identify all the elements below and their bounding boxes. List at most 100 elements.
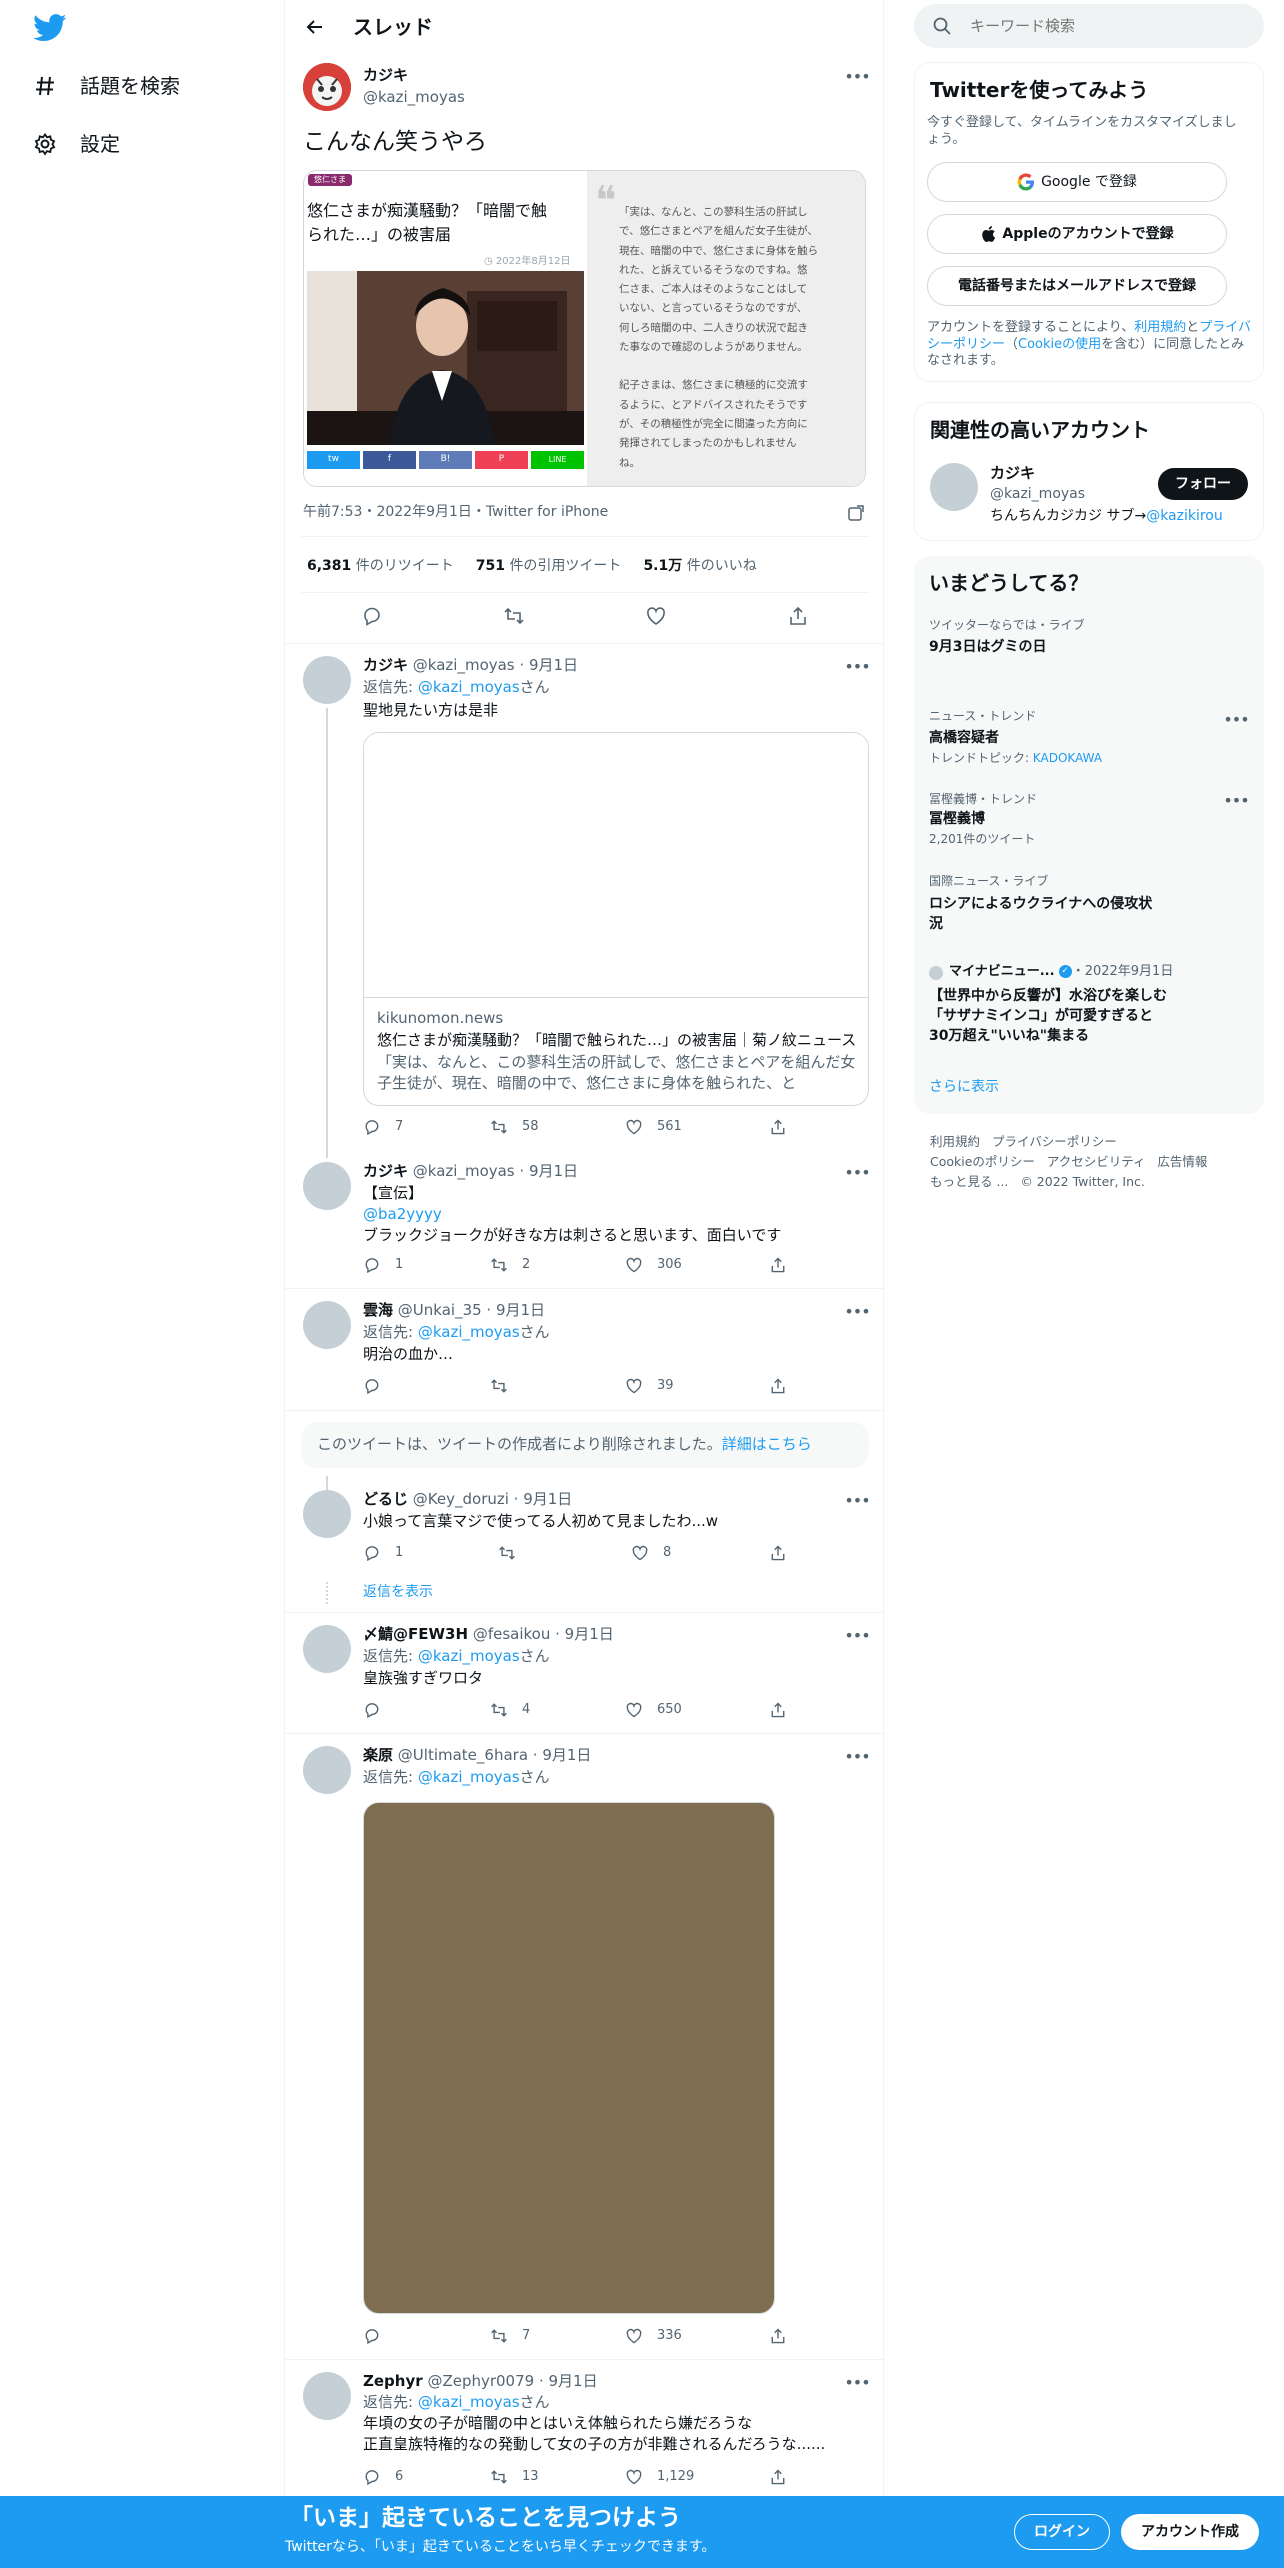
author-handle[interactable]: @Key_doruzi [413, 1490, 509, 1508]
footer-link[interactable]: プライバシーポリシー [992, 1134, 1117, 1149]
author-name[interactable]: 楽原 [363, 1746, 393, 1764]
share-facebook-button[interactable]: f [363, 451, 416, 469]
bio-mention[interactable]: @kazikirou [1146, 508, 1223, 524]
reply-action[interactable]: 7 [363, 1118, 403, 1136]
google-signup-button[interactable]: Google で登録 [927, 162, 1227, 202]
avatar[interactable] [303, 2372, 351, 2420]
reply-action[interactable] [363, 2327, 395, 2345]
share-action[interactable] [769, 1544, 787, 1562]
search-input[interactable] [970, 17, 1250, 35]
apple-signup-button[interactable]: Appleのアカウントで登録 [927, 214, 1227, 254]
link-card[interactable]: kikunomon.news 悠仁さまが痴漢騒動？「暗闇で触られた…」の被害届｜… [363, 732, 869, 1106]
share-twitter-button[interactable]: tw [307, 451, 360, 469]
avatar[interactable] [930, 463, 978, 511]
tweet-image[interactable]: 悠仁さま 悠仁さまが痴漢騒動？「暗闇で触 られた…」の被害届 ◷ 2022年8月… [303, 170, 866, 487]
avatar[interactable] [303, 1301, 351, 1349]
related-handle[interactable]: @kazi_moyas [990, 485, 1085, 503]
retweet-action[interactable] [498, 1544, 530, 1562]
retweet-action[interactable]: 7 [490, 2327, 530, 2345]
more-icon[interactable]: ••• [844, 1163, 870, 1183]
avatar[interactable] [303, 1746, 351, 1794]
more-icon[interactable]: ••• [844, 657, 870, 677]
mention-link[interactable]: @ba2yyyy [363, 1205, 442, 1225]
tweet-date[interactable]: 9月1日 [549, 2372, 598, 2390]
quote-count[interactable]: 751 件の引用ツイート [476, 557, 622, 575]
terms-link[interactable]: 利用規約 [1134, 320, 1186, 335]
share-icon[interactable] [787, 605, 809, 633]
signup-button[interactable]: アカウント作成 [1121, 2514, 1259, 2550]
footer-more-link[interactable]: もっと見る ... [930, 1174, 1008, 1189]
retweet-action[interactable]: 2 [490, 1256, 530, 1274]
reply-icon[interactable] [361, 605, 383, 633]
author-handle[interactable]: @Ultimate_6hara [398, 1746, 528, 1764]
cookie-link[interactable]: Cookieの使用 [1018, 337, 1101, 352]
author-name[interactable]: カジキ [363, 1162, 408, 1180]
tweet-date[interactable]: 9月1日 [529, 1162, 578, 1180]
share-action[interactable] [769, 1377, 787, 1395]
author-name[interactable]: 〆鯖@FEW3H [363, 1625, 468, 1643]
more-icon[interactable]: ••• [1223, 791, 1249, 811]
tweet-date[interactable]: 9月1日 [523, 1490, 572, 1508]
show-replies-link[interactable]: 返信を表示 [363, 1583, 433, 1601]
like-action[interactable]: 561 [625, 1118, 682, 1136]
twitter-logo-icon[interactable] [33, 14, 67, 42]
avatar[interactable] [303, 656, 351, 704]
like-action[interactable]: 39 [625, 1377, 674, 1395]
trend-topic-link[interactable]: KADOKAWA [1033, 751, 1102, 765]
more-icon[interactable]: ••• [844, 1491, 870, 1511]
reply-mention[interactable]: @kazi_moyas [418, 1323, 520, 1341]
share-action[interactable] [769, 1118, 787, 1136]
back-arrow-icon[interactable] [298, 10, 332, 44]
more-icon[interactable]: ••• [844, 67, 870, 87]
nav-explore[interactable]: 話題を検索 [32, 64, 180, 108]
author-name[interactable]: どるじ [363, 1490, 408, 1508]
author-handle[interactable]: @kazi_moyas [413, 1162, 515, 1180]
author-name[interactable]: 雲海 [363, 1301, 393, 1319]
retweet-action[interactable] [490, 1377, 522, 1395]
tweet-date[interactable]: 9月1日 [496, 1301, 545, 1319]
reply-action[interactable]: 1 [363, 1544, 403, 1562]
reply-mention[interactable]: @kazi_moyas [418, 2393, 520, 2411]
footer-link[interactable]: アクセシビリティ [1047, 1154, 1146, 1169]
share-action[interactable] [769, 2327, 787, 2345]
reply-action[interactable] [363, 1377, 395, 1395]
author-name[interactable]: カジキ [363, 656, 408, 674]
footer-link[interactable]: Cookieのポリシー [930, 1154, 1035, 1169]
author-handle[interactable]: @kazi_moyas [413, 656, 515, 674]
author-handle[interactable]: @Zephyr0079 [427, 2372, 534, 2390]
like-action[interactable]: 1,129 [625, 2468, 694, 2486]
share-pocket-button[interactable]: P [475, 451, 528, 469]
more-icon[interactable]: ••• [844, 2373, 870, 2393]
retweet-icon[interactable] [503, 605, 525, 633]
tweet-date[interactable]: 9月1日 [542, 1746, 591, 1764]
more-icon[interactable]: ••• [844, 1747, 870, 1767]
share-action[interactable] [769, 1701, 787, 1719]
avatar[interactable] [303, 1162, 351, 1210]
translate-icon[interactable] [847, 504, 865, 528]
author-handle[interactable]: @Unkai_35 [398, 1301, 482, 1319]
more-icon[interactable]: ••• [1223, 710, 1249, 730]
reply-mention[interactable]: @kazi_moyas [418, 678, 520, 696]
like-action[interactable]: 650 [625, 1701, 682, 1719]
more-icon[interactable]: ••• [844, 1626, 870, 1646]
avatar[interactable] [303, 1490, 351, 1538]
retweet-count[interactable]: 6,381 件のリツイート [307, 557, 454, 575]
reply-action[interactable]: 1 [363, 1256, 403, 1274]
search-bar[interactable] [914, 4, 1264, 48]
footer-link[interactable]: 利用規約 [930, 1134, 980, 1149]
share-action[interactable] [769, 2468, 787, 2486]
show-more-link[interactable]: さらに表示 [929, 1078, 999, 1096]
phone-signup-button[interactable]: 電話番号またはメールアドレスで登録 [927, 266, 1227, 306]
like-count[interactable]: 5.1万 件のいいね [643, 557, 756, 575]
reply-action[interactable] [363, 1701, 395, 1719]
reply-mention[interactable]: @kazi_moyas [418, 1647, 520, 1665]
author-handle[interactable]: @kazi_moyas [363, 88, 465, 108]
avatar[interactable] [303, 63, 351, 111]
reply-action[interactable]: 6 [363, 2468, 403, 2486]
retweet-action[interactable]: 4 [490, 1701, 530, 1719]
like-action[interactable]: 306 [625, 1256, 682, 1274]
like-action[interactable]: 8 [631, 1544, 671, 1562]
author-name[interactable]: カジキ [363, 66, 408, 86]
follow-button[interactable]: フォロー [1158, 468, 1248, 500]
tweet-date[interactable]: 9月1日 [565, 1625, 614, 1643]
